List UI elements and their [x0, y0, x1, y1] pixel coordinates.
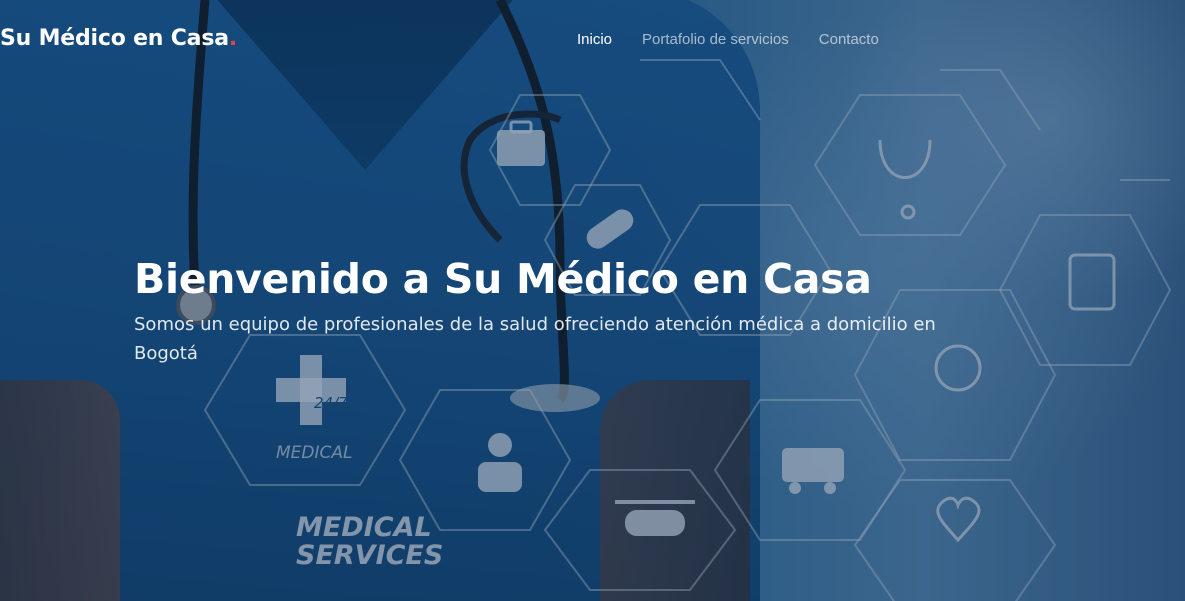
nav-item-inicio[interactable]: Inicio [577, 31, 612, 48]
hero-content: Bienvenido a Su Médico en Casa Somos un … [134, 252, 994, 368]
brand-logo[interactable]: Su Médico en Casa. [0, 26, 237, 51]
navbar: Su Médico en Casa. Inicio Portafolio de … [0, 0, 1185, 80]
nav-item-portafolio[interactable]: Portafolio de servicios [642, 31, 789, 48]
nav-item-contacto[interactable]: Contacto [819, 31, 879, 48]
hero-subtitle: Somos un equipo de profesionales de la s… [134, 314, 936, 364]
hero-title: Bienvenido a Su Médico en Casa [134, 255, 872, 303]
nav-menu: Inicio Portafolio de servicios Contacto [577, 31, 879, 48]
hero-section: 24/7 MEDICAL MEDICAL SERVICES Su Médico … [0, 0, 1185, 601]
brand-dot: . [228, 26, 238, 51]
brand-name: Su Médico en Casa [0, 26, 229, 51]
